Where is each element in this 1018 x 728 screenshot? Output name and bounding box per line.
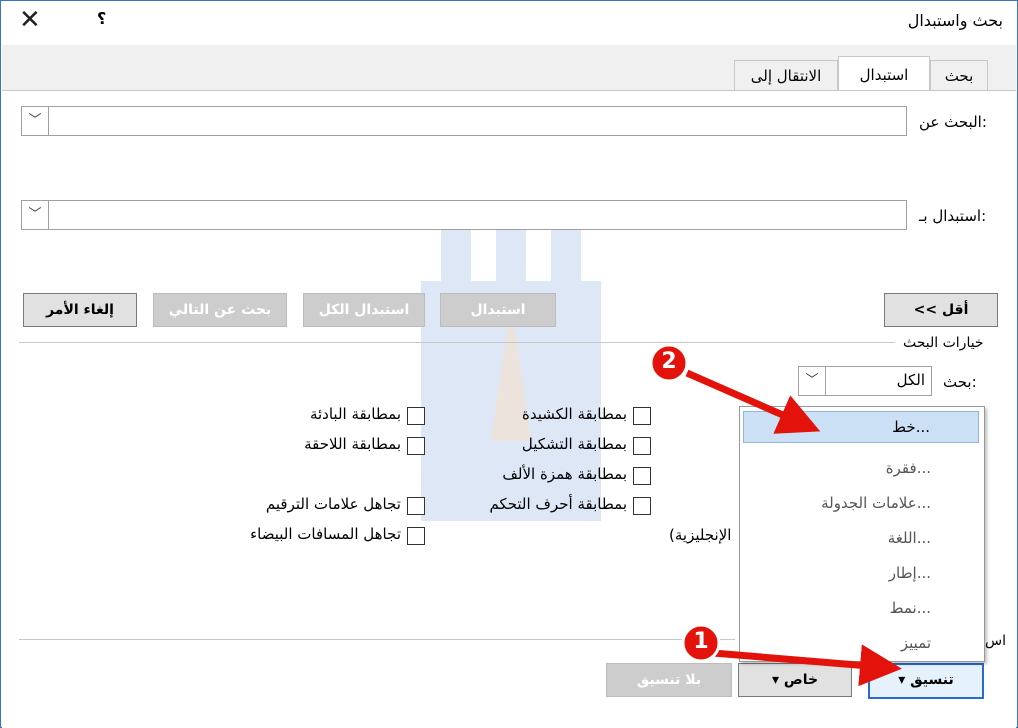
match-suffix-checkbox[interactable]: بمطابقة اللاحقة: [221, 435, 425, 457]
chevron-down-icon: ▾: [898, 672, 911, 688]
replace-all-button[interactable]: استبدال الكل: [303, 293, 425, 327]
checkbox-label: تجاهل علامات الترقيم: [265, 495, 401, 513]
checkbox-label: بمطابقة همزة الألف: [502, 465, 627, 483]
menu-item-label: تمييز: [900, 634, 931, 652]
dialog-title: بحث واستبدال: [907, 11, 1003, 30]
chevron-down-icon: ▾: [771, 672, 784, 688]
replace-button[interactable]: استبدال: [440, 293, 556, 327]
marker-1-label: 1: [693, 629, 709, 654]
format-button[interactable]: ▾ تنسيق: [868, 663, 984, 699]
tab-replace[interactable]: استبدال: [838, 56, 930, 92]
checkbox-label: تجاهل المسافات البيضاء: [250, 525, 401, 543]
replace-label: استبدال بـ:: [919, 207, 987, 225]
menu-item-style[interactable]: نمط...: [743, 593, 979, 623]
partial-option-text: (الإنجليزية: [669, 526, 732, 544]
checkbox-box[interactable]: [407, 527, 425, 545]
special-button[interactable]: ▾ خاص: [738, 663, 852, 697]
menu-item-label: نمط...: [889, 599, 931, 617]
format-button-label: تنسيق: [910, 672, 954, 688]
checkbox-box[interactable]: [407, 437, 425, 455]
ignore-whitespace-checkbox[interactable]: تجاهل المسافات البيضاء: [221, 525, 425, 547]
replace-dropdown-icon[interactable]: ﹀: [22, 201, 49, 229]
tab-goto[interactable]: الانتقال إلى: [734, 60, 838, 91]
match-prefix-checkbox[interactable]: بمطابقة البادئة: [221, 405, 425, 427]
checkbox-box[interactable]: [407, 407, 425, 425]
cancel-button[interactable]: إلغاء الأمر: [23, 293, 137, 327]
checkbox-box[interactable]: [633, 497, 651, 515]
menu-item-label: علامات الجدولة...: [821, 494, 931, 512]
checkbox-label: بمطابقة البادئة: [309, 405, 401, 423]
replace-section-label: اس: [985, 633, 1006, 649]
menu-item-frame[interactable]: إطار...: [743, 558, 979, 588]
search-direction-select[interactable]: ﹀ الكل: [798, 366, 932, 396]
format-menu: خط... فقرة... علامات الجدولة... اللغة...…: [739, 406, 985, 662]
ignore-punctuation-checkbox[interactable]: تجاهل علامات الترقيم: [221, 495, 425, 517]
marker-2-label: 2: [661, 349, 677, 374]
checkbox-box[interactable]: [633, 437, 651, 455]
menu-item-language[interactable]: اللغة...: [743, 523, 979, 553]
options-heading: خيارات البحث: [903, 335, 984, 351]
menu-item-label: خط...: [892, 418, 930, 436]
close-icon[interactable]: ✕: [19, 5, 41, 35]
no-formatting-button[interactable]: بلا تنسيق: [606, 663, 732, 697]
menu-item-paragraph[interactable]: فقرة...: [743, 453, 979, 483]
checkbox-label: بمطابقة الكشيدة: [522, 405, 627, 423]
tab-find[interactable]: بحث: [930, 60, 988, 91]
find-label: البحث عن:: [919, 113, 987, 131]
title-bar: ✕ ؟ بحث واستبدال: [1, 1, 1017, 45]
match-diacritics-checkbox[interactable]: بمطابقة التشكيل: [461, 435, 651, 457]
checkbox-label: بمطابقة التشكيل: [521, 435, 627, 453]
replace-input[interactable]: ﹀: [21, 200, 907, 230]
menu-item-label: فقرة...: [885, 459, 931, 477]
less-button[interactable]: << أقل: [884, 293, 998, 327]
checkbox-label: بمطابقة أحرف التحكم: [489, 495, 627, 513]
search-direction-label: بحث:: [943, 373, 977, 391]
checkbox-box[interactable]: [407, 497, 425, 515]
find-dropdown-icon[interactable]: ﹀: [22, 107, 49, 135]
special-button-label: خاص: [783, 672, 819, 688]
options-separator: [19, 342, 895, 343]
menu-item-label: إطار...: [888, 564, 931, 582]
menu-item-tabs[interactable]: علامات الجدولة...: [743, 488, 979, 518]
menu-item-font[interactable]: خط...: [743, 411, 979, 443]
dialog-window: ✕ ؟ بحث واستبدال بحث استبدال الانتقال إل…: [0, 0, 1018, 728]
search-direction-dropdown-icon[interactable]: ﹀: [799, 367, 826, 395]
match-kashida-checkbox[interactable]: بمطابقة الكشيدة: [461, 405, 651, 427]
menu-item-highlight[interactable]: تمييز: [743, 628, 979, 658]
menu-item-label: اللغة...: [887, 529, 931, 547]
checkbox-label: بمطابقة اللاحقة: [304, 435, 401, 453]
find-input[interactable]: ﹀: [21, 106, 907, 136]
match-control-chars-checkbox[interactable]: بمطابقة أحرف التحكم: [461, 495, 651, 517]
search-direction-value: الكل: [896, 371, 925, 389]
replace-separator: [19, 639, 735, 640]
checkbox-box[interactable]: [633, 407, 651, 425]
help-icon[interactable]: ؟: [97, 9, 106, 28]
match-alef-hamza-checkbox[interactable]: بمطابقة همزة الألف: [461, 465, 651, 487]
checkbox-box[interactable]: [633, 467, 651, 485]
find-next-button[interactable]: بحث عن التالي: [153, 293, 287, 327]
